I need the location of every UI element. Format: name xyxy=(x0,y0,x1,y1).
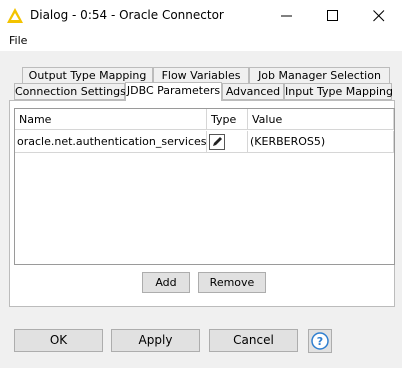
close-button[interactable] xyxy=(356,0,402,31)
tab-connection-settings[interactable]: Connection Settings xyxy=(14,83,126,100)
tab-advanced[interactable]: Advanced xyxy=(222,83,284,100)
ok-button[interactable]: OK xyxy=(14,329,103,352)
jdbc-parameters-table: Name Type Value oracle.net.authenticatio… xyxy=(14,108,395,265)
tab-input-type-mapping[interactable]: Input Type Mapping xyxy=(284,83,393,100)
apply-button[interactable]: Apply xyxy=(111,329,200,352)
close-icon xyxy=(373,10,385,22)
cancel-button[interactable]: Cancel xyxy=(209,329,298,352)
maximize-button[interactable] xyxy=(310,0,356,31)
menu-file[interactable]: File xyxy=(9,34,27,47)
tab-jdbc-parameters[interactable]: JDBC Parameters xyxy=(125,82,222,101)
column-header-type[interactable]: Type xyxy=(207,109,248,130)
column-header-value[interactable]: Value xyxy=(248,109,394,130)
remove-button[interactable]: Remove xyxy=(198,272,266,293)
cell-value[interactable]: (KERBEROS5) xyxy=(248,131,394,153)
minimize-button[interactable] xyxy=(264,0,310,31)
edit-icon xyxy=(209,134,225,150)
help-button[interactable]: ? xyxy=(308,329,332,353)
title-bar: Dialog - 0:54 - Oracle Connector xyxy=(0,0,402,31)
window-title: Dialog - 0:54 - Oracle Connector xyxy=(30,8,224,22)
tab-job-manager-selection[interactable]: Job Manager Selection xyxy=(249,67,390,84)
knime-node-icon xyxy=(7,8,23,23)
add-button[interactable]: Add xyxy=(142,272,190,293)
cell-name[interactable]: oracle.net.authentication_services xyxy=(15,131,207,153)
menu-bar: File xyxy=(0,31,402,51)
cell-type[interactable] xyxy=(207,131,248,153)
maximize-icon xyxy=(327,10,338,21)
svg-text:?: ? xyxy=(317,335,323,348)
help-icon: ? xyxy=(311,332,329,350)
column-header-name[interactable]: Name xyxy=(15,109,207,130)
minimize-icon xyxy=(281,15,292,17)
